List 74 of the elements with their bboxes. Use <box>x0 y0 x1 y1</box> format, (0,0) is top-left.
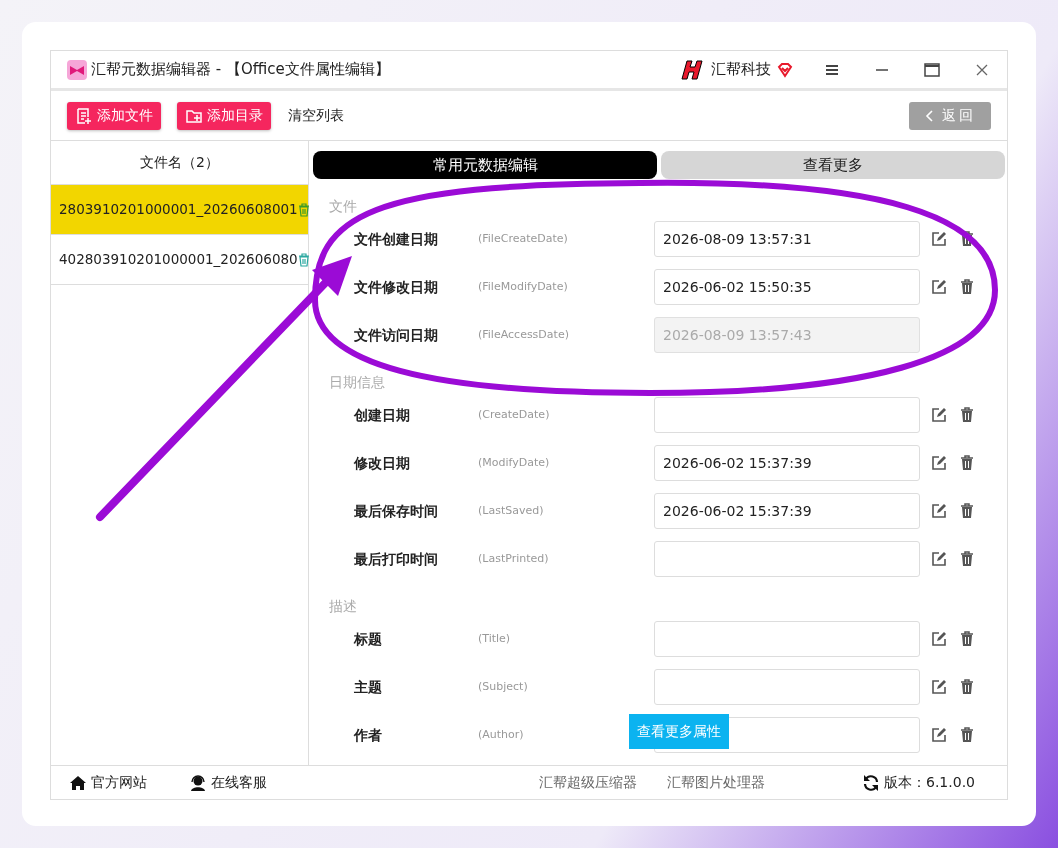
field-label: 主题 <box>353 677 383 697</box>
field-key: (ModifyDate) <box>478 455 550 469</box>
support-link[interactable]: 在线客服 <box>189 772 267 793</box>
clear-list-button[interactable]: 清空列表 <box>287 104 345 127</box>
trash-icon[interactable] <box>297 202 310 217</box>
input-field[interactable] <box>654 541 920 577</box>
trash-icon[interactable] <box>960 407 974 423</box>
brand-name: 汇帮科技 <box>711 59 771 81</box>
trash-icon[interactable] <box>960 455 974 471</box>
input-field[interactable] <box>654 669 920 705</box>
input-field[interactable]: 2026-06-02 15:50:35 <box>654 269 920 305</box>
app-logo-icon <box>67 59 87 80</box>
tab[interactable]: 查看更多 <box>661 151 1005 179</box>
refresh-icon <box>862 773 880 792</box>
edit-icon[interactable] <box>931 279 947 295</box>
section-title: 文件 <box>328 197 358 215</box>
input-field[interactable] <box>654 397 920 433</box>
input-field[interactable]: 2026-06-02 15:37:39 <box>654 445 920 481</box>
app-link[interactable]: 汇帮图片处理器 <box>667 772 765 793</box>
field-key: (LastSaved) <box>478 503 544 517</box>
file-list-item[interactable]: 402803910201000001_202606080 <box>51 235 308 285</box>
column-header: 文件名（2） <box>140 153 219 172</box>
chevron-left-icon <box>924 108 934 123</box>
field-label: 最后保存时间 <box>353 501 439 521</box>
edit-icon[interactable] <box>931 407 947 423</box>
window-title: 汇帮元数据编辑器 - 【Office文件属性编辑】 <box>91 59 390 81</box>
document-plus-icon <box>75 106 93 125</box>
input-field[interactable]: 2026-08-09 13:57:31 <box>654 221 920 257</box>
website-link[interactable]: 官方网站 <box>69 772 147 793</box>
home-icon <box>69 774 87 791</box>
add-file-button[interactable]: 添加文件 <box>67 101 161 130</box>
field-key: (FileModifyDate) <box>478 279 568 293</box>
field-label: 文件访问日期 <box>353 325 439 345</box>
add-folder-button[interactable]: 添加目录 <box>177 101 271 130</box>
field-key: (FileCreateDate) <box>478 231 568 245</box>
field-key: (LastPrinted) <box>478 551 549 565</box>
diamond-icon[interactable] <box>777 61 793 78</box>
input-field[interactable]: 2026-06-02 15:37:39 <box>654 493 920 529</box>
field-key: (Author) <box>478 727 524 741</box>
edit-icon[interactable] <box>931 631 947 647</box>
section-title: 日期信息 <box>328 373 386 391</box>
file-list-item[interactable]: 2803910201000001_20260608001 <box>51 185 308 235</box>
trash-icon[interactable] <box>960 727 974 743</box>
field-key: (FileAccessDate) <box>478 327 569 341</box>
field-label: 标题 <box>353 629 383 649</box>
trash-icon[interactable] <box>960 279 974 295</box>
trash-icon[interactable] <box>960 679 974 695</box>
field-key: (CreateDate) <box>478 407 550 421</box>
field-label: 创建日期 <box>353 405 411 425</box>
field-key: (Subject) <box>478 679 528 693</box>
trash-icon[interactable] <box>960 231 974 247</box>
brand-logo-icon <box>681 58 703 81</box>
edit-icon[interactable] <box>931 679 947 695</box>
section-title: 描述 <box>328 597 358 615</box>
headset-person-icon <box>189 774 207 791</box>
field-label: 最后打印时间 <box>353 549 439 569</box>
field-label: 修改日期 <box>353 453 411 473</box>
field-label: 作者 <box>352 725 383 745</box>
field-label: 文件修改日期 <box>353 277 439 297</box>
app-link[interactable]: 汇帮超级压缩器 <box>539 772 637 793</box>
edit-icon[interactable] <box>931 455 947 471</box>
trash-icon[interactable] <box>960 503 974 519</box>
version-label: 版本：6.1.0.0 <box>884 773 975 792</box>
edit-icon[interactable] <box>931 503 947 519</box>
edit-icon[interactable] <box>931 727 947 743</box>
edit-icon[interactable] <box>931 231 947 247</box>
tab[interactable]: 常用元数据编辑 <box>313 151 657 179</box>
edit-icon[interactable] <box>931 551 947 567</box>
trash-icon[interactable] <box>960 551 974 567</box>
maximize-icon[interactable] <box>923 60 941 79</box>
field-key: (Title) <box>478 631 511 645</box>
field-label: 文件创建日期 <box>353 229 439 249</box>
trash-icon[interactable] <box>960 631 974 647</box>
input-field[interactable] <box>654 621 920 657</box>
